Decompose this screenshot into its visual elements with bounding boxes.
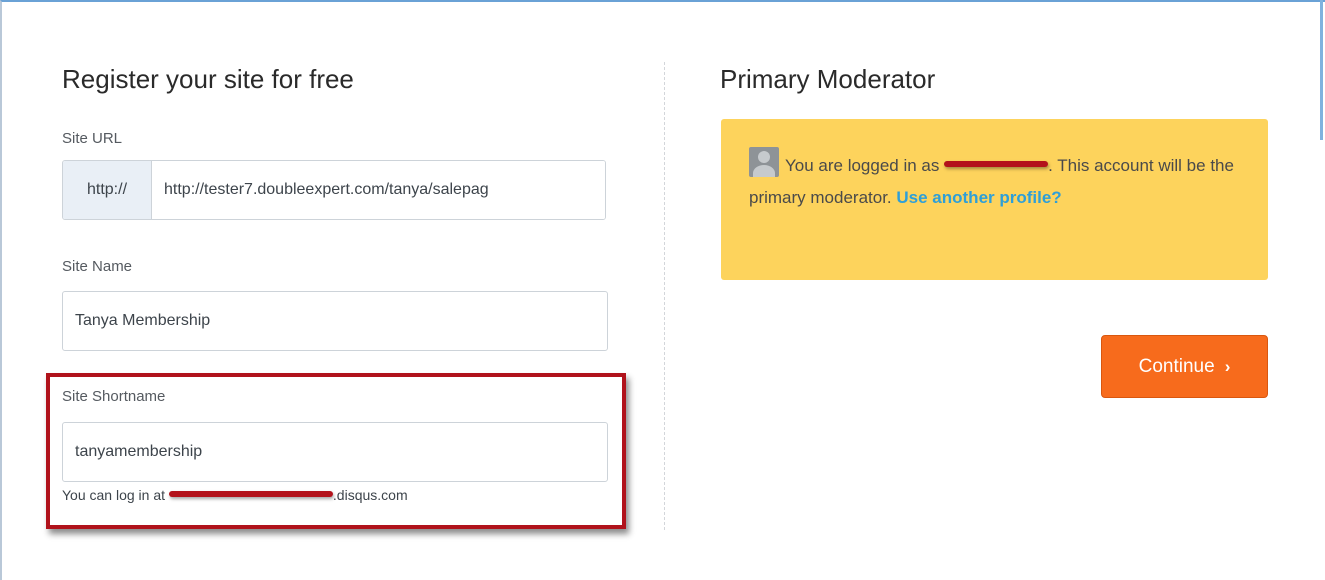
notice-prefix: You are logged in as <box>785 156 945 175</box>
site-url-label: Site URL <box>62 130 123 147</box>
register-heading: Register your site for free <box>62 64 354 94</box>
redaction-mark <box>168 491 333 498</box>
site-shortname-label: Site Shortname <box>62 388 166 405</box>
site-url-group: http:// <box>62 160 606 220</box>
moderator-heading: Primary Moderator <box>720 64 936 94</box>
site-name-input[interactable] <box>62 291 608 351</box>
chevron-right-icon: › <box>1224 356 1231 376</box>
site-url-input[interactable] <box>152 161 605 219</box>
moderator-notice: You are logged in as . This account will… <box>721 119 1268 280</box>
redaction-mark <box>944 160 1049 167</box>
help-suffix: .disqus.com <box>332 487 408 503</box>
site-url-prefix: http:// <box>63 161 152 219</box>
continue-label: Continue <box>1138 355 1215 377</box>
avatar-icon <box>749 147 779 177</box>
site-name-label: Site Name <box>62 258 133 275</box>
shortname-help-text: You can log in at .disqus.com <box>62 487 408 503</box>
use-another-profile-link[interactable]: Use another profile? <box>896 188 1061 207</box>
help-prefix: You can log in at <box>62 487 169 503</box>
column-divider <box>664 62 665 530</box>
continue-button[interactable]: Continue › <box>1101 335 1268 398</box>
site-shortname-input[interactable] <box>62 422 608 482</box>
window-edge <box>1320 0 1323 140</box>
